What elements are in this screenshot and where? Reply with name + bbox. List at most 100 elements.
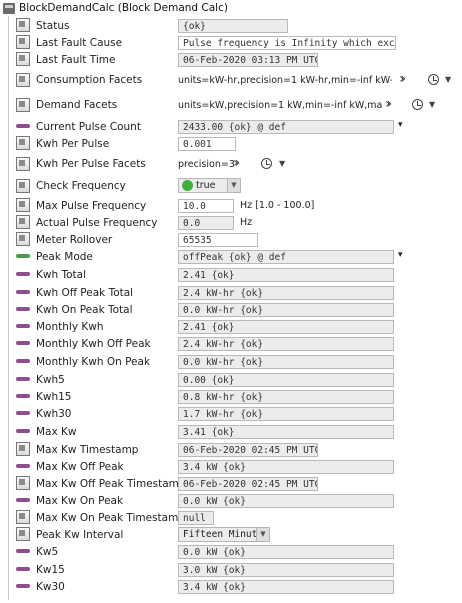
slot-icon	[16, 35, 30, 49]
property-label: Max Kw	[36, 425, 77, 438]
numeric-point-icon	[16, 464, 30, 468]
property-row-kwh-per-pulse: Kwh Per Pulse 0.001	[0, 135, 462, 152]
property-label: Check Frequency	[36, 180, 126, 192]
slot-icon	[16, 98, 30, 112]
property-label: Peak Kw Interval	[36, 528, 124, 541]
clock-icon[interactable]	[428, 74, 439, 85]
slot-icon	[16, 73, 30, 87]
chevron-down-icon[interactable]: ▼	[256, 528, 269, 541]
status-dot	[182, 180, 193, 191]
property-label: Monthly Kwh Off Peak	[36, 337, 151, 350]
property-row-kwh5: Kwh5 0.00 {ok}	[0, 371, 462, 388]
slot-icon	[16, 136, 30, 150]
property-row-peak-mode: Peak Mode offPeak {ok} @ def ▾	[0, 248, 462, 265]
double-chevron-icon[interactable]: ››	[385, 96, 392, 112]
slot-icon	[16, 527, 30, 541]
slot-icon	[16, 232, 30, 246]
enum-point-icon	[16, 254, 30, 258]
monthly-kwh-on-peak-field: 0.0 kW-hr {ok}	[178, 354, 394, 369]
property-label: Kwh On Peak Total	[36, 303, 133, 316]
kwh-total-field: 2.41 {ok}	[178, 267, 394, 282]
chevron-down-icon[interactable]: ▼	[429, 100, 435, 109]
max-kw-off-peak-timestamp-field: 06-Feb-2020 02:45 PM UTC	[178, 476, 318, 491]
kw30-field: 3.4 kW {ok}	[178, 579, 394, 594]
numeric-point-icon	[16, 272, 30, 276]
consumption-facets-value: units=kW-hr,precision=1 kW-hr,min=-inf k…	[178, 74, 392, 86]
slot-icon	[16, 215, 30, 229]
demand-facets-value: units=kW,precision=1 kW,min=-inf kW,max=…	[178, 99, 382, 111]
numeric-point-icon	[16, 498, 30, 502]
property-row-monthly-kwh-on-peak: Monthly Kwh On Peak 0.0 kW-hr {ok}	[0, 353, 462, 370]
property-row-max-kw: Max Kw 3.41 {ok}	[0, 423, 462, 440]
numeric-point-icon	[16, 324, 30, 328]
property-label: Kwh30	[36, 407, 72, 420]
double-chevron-icon[interactable]: ››	[399, 71, 406, 87]
property-row-max-kw-off-peak-timestamp: Max Kw Off Peak Timestamp 06-Feb-2020 02…	[0, 475, 462, 492]
check-frequency-select[interactable]: true ▼	[178, 178, 241, 193]
property-row-monthly-kwh: Monthly Kwh 2.41 {ok}	[0, 318, 462, 335]
property-label: Monthly Kwh	[36, 320, 104, 333]
peak-kw-interval-value: Fifteen Minute	[183, 529, 264, 540]
property-label: Kw30	[36, 580, 65, 593]
action-menu-icon[interactable]: ▾	[398, 250, 403, 260]
property-row-kwh15: Kwh15 0.8 kW-hr {ok}	[0, 388, 462, 405]
slot-icon	[16, 476, 30, 490]
max-kw-off-peak-field: 3.4 kW {ok}	[178, 459, 394, 474]
chevron-down-icon[interactable]: ▼	[445, 75, 451, 84]
meter-rollover-input[interactable]: 65535	[178, 232, 258, 247]
kwh-per-pulse-facets-value: precision=3	[178, 158, 235, 170]
slot-icon	[16, 52, 30, 66]
kw5-field: 0.0 kW {ok}	[178, 544, 394, 559]
property-label: Kwh Off Peak Total	[36, 286, 134, 299]
property-label: Kwh5	[36, 373, 65, 386]
property-row-kwh-off-peak-total: Kwh Off Peak Total 2.4 kW-hr {ok}	[0, 284, 462, 301]
component-icon	[3, 2, 15, 14]
clock-icon[interactable]	[261, 158, 272, 169]
actual-pulse-frequency-field: 0.0	[178, 215, 234, 230]
chevron-down-icon[interactable]: ▼	[279, 159, 285, 168]
double-chevron-icon[interactable]: ››	[233, 155, 240, 171]
max-kw-timestamp-field: 06-Feb-2020 02:45 PM UTC	[178, 442, 318, 457]
last-fault-cause-field[interactable]: Pulse frequency is Infinity which exceed…	[178, 35, 396, 50]
property-row-kwh30: Kwh30 1.7 kW-hr {ok}	[0, 405, 462, 422]
kwh-per-pulse-input[interactable]: 0.001	[178, 136, 236, 151]
max-kw-on-peak-field: 0.0 kW {ok}	[178, 493, 394, 508]
property-label: Max Kw Timestamp	[36, 443, 139, 456]
numeric-point-icon	[16, 290, 30, 294]
numeric-point-icon	[16, 124, 30, 128]
numeric-point-icon	[16, 429, 30, 433]
property-row-kw30: Kw30 3.4 kW {ok}	[0, 578, 462, 595]
property-label: Kwh Per Pulse	[36, 137, 110, 150]
property-row-last-fault-cause: Last Fault Cause Pulse frequency is Infi…	[0, 34, 462, 51]
clock-icon[interactable]	[412, 99, 423, 110]
property-row-check-frequency: Check Frequency true ▼	[0, 177, 462, 195]
current-pulse-count-field: 2433.00 {ok} @ def	[178, 119, 394, 134]
property-row-consumption-facets: Consumption Facets units=kW-hr,precision…	[0, 69, 462, 91]
property-row-kw5: Kw5 0.0 kW {ok}	[0, 543, 462, 560]
action-menu-icon[interactable]: ▾	[398, 120, 403, 130]
property-label: Meter Rollover	[36, 233, 113, 246]
property-label: Current Pulse Count	[36, 120, 141, 133]
property-label: Kw15	[36, 563, 65, 576]
actual-pulse-frequency-unit: Hz	[240, 217, 253, 228]
property-row-current-pulse-count: Current Pulse Count 2433.00 {ok} @ def ▾	[0, 118, 462, 135]
kwh5-field: 0.00 {ok}	[178, 372, 394, 387]
property-label: Last Fault Time	[36, 53, 116, 66]
peak-mode-field: offPeak {ok} @ def	[178, 249, 394, 264]
property-row-kwh-total: Kwh Total 2.41 {ok}	[0, 266, 462, 283]
kwh-on-peak-total-field: 0.0 kW-hr {ok}	[178, 302, 394, 317]
max-pulse-frequency-unit: Hz [1.0 - 100.0]	[240, 200, 315, 211]
slot-icon	[16, 198, 30, 212]
property-label: Max Kw On Peak	[36, 494, 124, 507]
chevron-down-icon[interactable]: ▼	[227, 179, 240, 192]
numeric-point-icon	[16, 341, 30, 345]
numeric-point-icon	[16, 307, 30, 311]
property-label: Max Kw On Peak Timestamp	[36, 511, 185, 524]
peak-kw-interval-select[interactable]: Fifteen Minute ▼	[178, 527, 270, 542]
last-fault-time-field: 06-Feb-2020 03:13 PM UTC	[178, 52, 318, 67]
property-label: Demand Facets	[36, 99, 118, 111]
property-label: Kw5	[36, 545, 59, 558]
property-label: Max Kw Off Peak	[36, 460, 124, 473]
max-pulse-frequency-input[interactable]: 10.0	[178, 198, 234, 213]
property-row-demand-facets: Demand Facets units=kW,precision=1 kW,mi…	[0, 94, 462, 116]
